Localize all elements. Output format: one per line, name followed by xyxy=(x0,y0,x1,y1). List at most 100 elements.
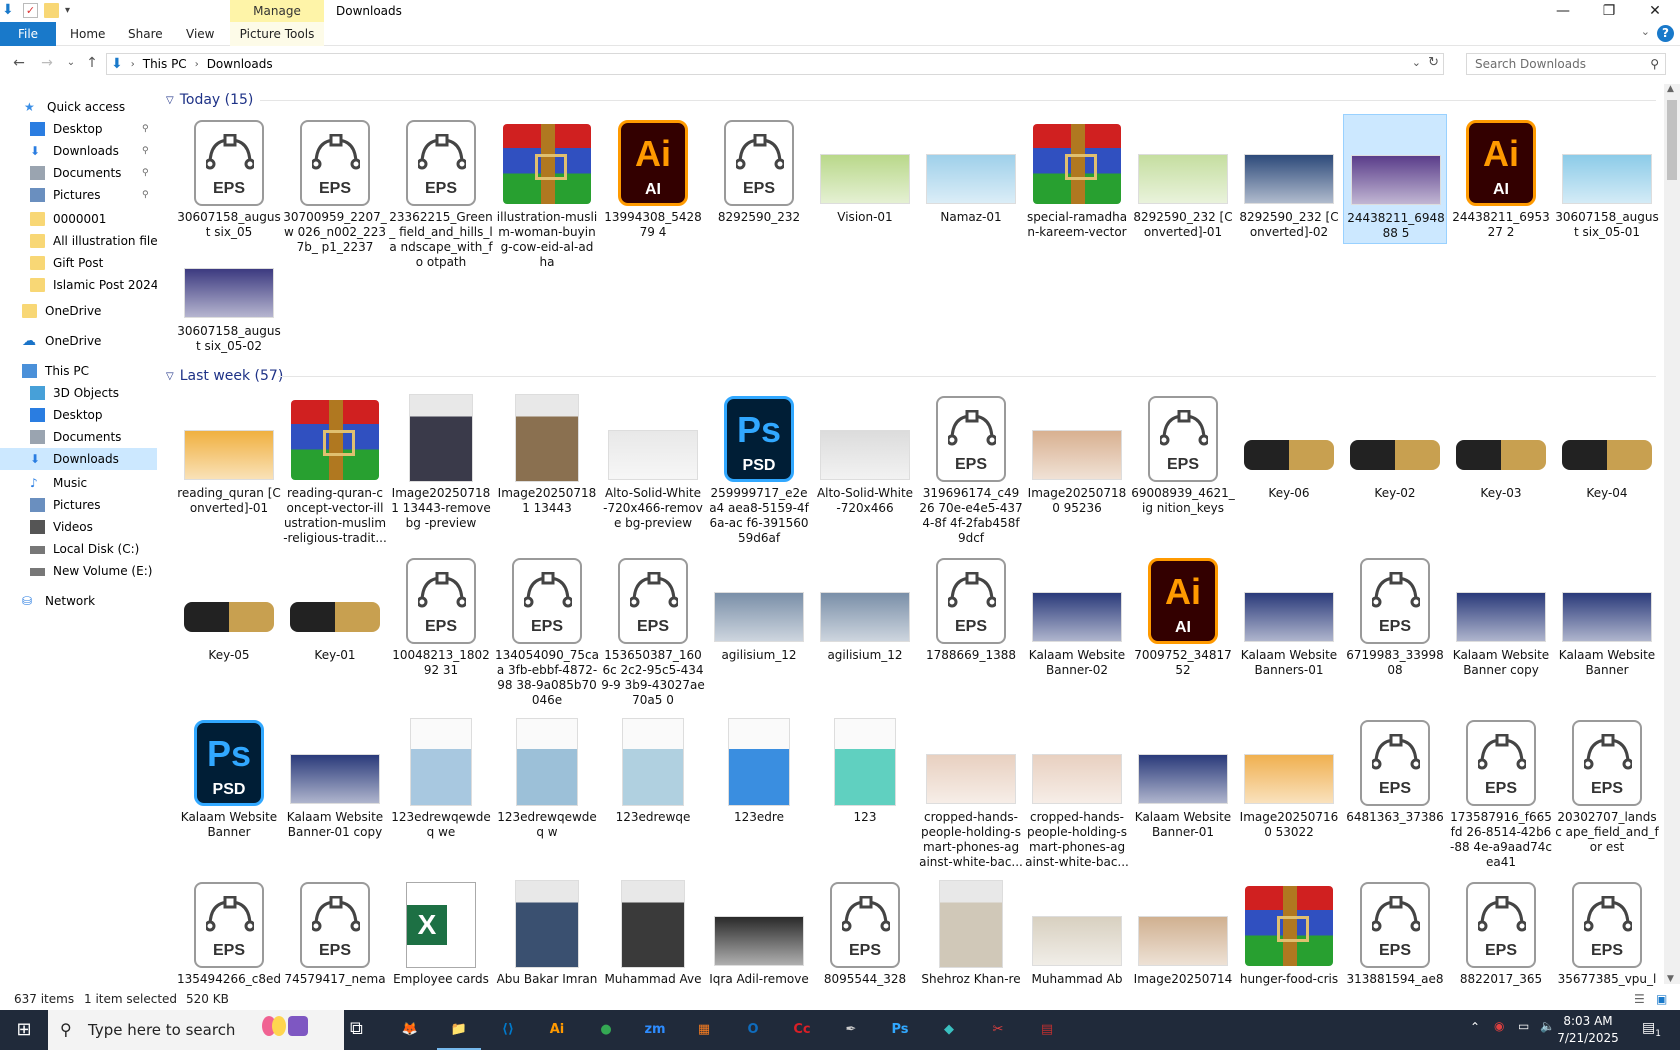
sidebar-item[interactable]: ⛁ Network xyxy=(0,590,157,612)
file-item[interactable]: Image202507181 13443-removebg -preview xyxy=(389,390,493,530)
file-item[interactable]: Key-06 xyxy=(1237,390,1341,520)
file-item[interactable]: 123edre xyxy=(707,714,811,844)
sidebar-item[interactable]: Documents ⚲ xyxy=(0,162,157,184)
cortana-icon[interactable] xyxy=(262,1016,322,1044)
file-item[interactable]: Kalaam Website Banner xyxy=(1555,552,1659,682)
sidebar-item[interactable]: Gift Post xyxy=(0,252,157,274)
sidebar-item[interactable]: 3D Objects xyxy=(0,382,157,404)
file-item[interactable]: Kalaam Website Banner-01 copy xyxy=(283,714,387,844)
file-item[interactable]: EPS 23362215_Green_ field_and_hills_la nd… xyxy=(389,114,493,269)
file-item[interactable]: special-ramadha n-kareem-vector xyxy=(1025,114,1129,244)
file-item[interactable]: EPS 319696174_c4926 70e-e4e5-4374-8f 4f-2… xyxy=(919,390,1023,545)
tab-picture-tools[interactable]: Picture Tools xyxy=(230,22,324,46)
file-item[interactable]: EPS 8292590_232 xyxy=(707,114,811,244)
tab-home[interactable]: Home xyxy=(60,22,115,46)
file-item[interactable]: Ai AI 13994308_542879 4 xyxy=(601,114,705,244)
file-item[interactable]: Ai AI 24438211_695327 2 xyxy=(1449,114,1553,244)
tab-file[interactable]: File xyxy=(0,22,56,46)
file-item[interactable]: Muhammad Ave xyxy=(601,876,705,988)
sidebar-item[interactable]: ⬇ Downloads xyxy=(0,448,157,470)
file-item[interactable]: EPS 313881594_ae826 xyxy=(1343,876,1447,988)
file-item[interactable]: Key-02 xyxy=(1343,390,1447,520)
collapse-chevron-icon[interactable]: ▽ xyxy=(166,95,174,106)
file-item[interactable]: illustration-musli m-woman-buyin g-cow-e… xyxy=(495,114,599,269)
file-item[interactable]: Muhammad Ab xyxy=(1025,876,1129,988)
collapse-chevron-icon[interactable]: ▽ xyxy=(166,371,174,382)
refresh-icon[interactable]: ↻ xyxy=(1428,55,1439,70)
file-item[interactable]: EPS 8095544_328 xyxy=(813,876,917,988)
file-item[interactable]: X Employee cards xyxy=(389,876,493,988)
breadcrumb-downloads[interactable]: Downloads xyxy=(207,57,273,71)
file-item[interactable]: EPS 6481363_37386 xyxy=(1343,714,1447,844)
file-item[interactable]: EPS 35677385_vpu_l5 xyxy=(1555,876,1659,988)
sidebar-item[interactable]: ♪ Music xyxy=(0,472,157,494)
tab-share[interactable]: Share xyxy=(118,22,173,46)
file-item[interactable]: Image202507140 xyxy=(1131,876,1235,988)
address-dropdown-icon[interactable]: ⌄ xyxy=(1412,56,1421,69)
taskbar-app-pen-tool[interactable]: ✒ xyxy=(835,1014,867,1046)
clock[interactable]: 8:03 AM 7/21/2025 xyxy=(1546,1013,1630,1047)
notification-icon[interactable]: ▤1 xyxy=(1642,1020,1661,1039)
file-item[interactable]: Ps PSD Kalaam Website Banner xyxy=(177,714,281,844)
file-item[interactable]: Ai AI 7009752_3481752 xyxy=(1131,552,1235,682)
file-item[interactable]: agilisium_12 xyxy=(707,552,811,682)
recent-locations-button[interactable]: ⌄ xyxy=(62,54,80,72)
file-item[interactable]: Namaz-01 xyxy=(919,114,1023,244)
scroll-up-icon[interactable]: ▲ xyxy=(1667,84,1674,94)
save-down-icon[interactable]: ⬇ xyxy=(2,3,17,18)
customize-qat-icon[interactable]: ▾ xyxy=(65,3,80,18)
file-item[interactable]: Key-03 xyxy=(1449,390,1553,520)
file-item[interactable]: reading-quran-c oncept-vector-ill ustrat… xyxy=(283,390,387,545)
group-header[interactable]: ▽ Last week (57) xyxy=(166,366,283,386)
sidebar-item[interactable]: Pictures xyxy=(0,494,157,516)
file-item[interactable]: hunger-food-cris xyxy=(1237,876,1341,988)
file-item[interactable]: Key-04 xyxy=(1555,390,1659,520)
taskbar-app-firefox[interactable]: 🦊 xyxy=(394,1014,426,1046)
file-item[interactable]: EPS 135494266_c8ed1 xyxy=(177,876,281,988)
file-item[interactable]: Kalaam Website Banners-01 xyxy=(1237,552,1341,682)
sidebar-item[interactable]: Videos xyxy=(0,516,157,538)
taskbar-app-illustrator[interactable]: Ai xyxy=(541,1014,573,1046)
file-item[interactable]: Alto-Solid-White -720x466 xyxy=(813,390,917,520)
file-item[interactable]: 30607158_august six_05-02 xyxy=(177,228,281,358)
file-item[interactable]: Key-01 xyxy=(283,552,387,682)
sidebar-item[interactable]: All illustration file o xyxy=(0,230,157,252)
up-button[interactable]: ↑ xyxy=(83,54,101,72)
taskbar-app-zoom[interactable]: zm xyxy=(639,1014,671,1046)
manage-contextual-tab[interactable]: Manage xyxy=(230,0,324,24)
file-item[interactable]: 24438211_694888 5 xyxy=(1343,114,1447,244)
file-item[interactable]: EPS 74579417_neman xyxy=(283,876,387,988)
file-item[interactable]: 123edrewqewdeq w xyxy=(495,714,599,844)
file-item[interactable]: Ps PSD 259999717_e2ea4 aea8-5159-4f6a-ac f… xyxy=(707,390,811,545)
windows-start-icon[interactable]: ⊞ xyxy=(0,1010,48,1050)
taskbar-app-vscode[interactable]: ⟨⟩ xyxy=(492,1014,524,1046)
sidebar-item[interactable]: Pictures ⚲ xyxy=(0,184,157,206)
forward-button[interactable]: → xyxy=(38,54,56,72)
file-item[interactable]: 8292590_232 [Converted]-01 xyxy=(1131,114,1235,244)
close-button[interactable]: ✕ xyxy=(1632,0,1678,22)
file-item[interactable]: EPS 10048213_180292 31 xyxy=(389,552,493,682)
taskbar-app-photoshop[interactable]: Ps xyxy=(884,1014,916,1046)
file-item[interactable]: 30607158_august six_05-01 xyxy=(1555,114,1659,244)
file-item[interactable]: EPS 153650387_1606c 2c2-95c5-4349-9 3b9-4… xyxy=(601,552,705,707)
file-item[interactable]: 123edrewqewdeq we xyxy=(389,714,493,844)
network-tray-icon[interactable]: ▭ xyxy=(1518,1019,1529,1033)
details-view-icon[interactable]: ☰ xyxy=(1634,988,1645,1010)
address-bar[interactable]: ⬇ › This PC › Downloads ⌄ ↻ xyxy=(106,53,1444,75)
taskbar-app-creative-cloud[interactable]: Cc xyxy=(786,1014,818,1046)
expand-ribbon-icon[interactable]: ⌄ xyxy=(1641,25,1650,38)
file-item[interactable]: 123 xyxy=(813,714,917,844)
taskbar-app-chrome[interactable]: ● xyxy=(590,1014,622,1046)
file-item[interactable]: Image202507181 13443 xyxy=(495,390,599,520)
sidebar-item[interactable]: 0000001 xyxy=(0,208,157,230)
tab-view[interactable]: View xyxy=(176,22,224,46)
task-view-icon[interactable]: ⧉ xyxy=(350,1018,363,1039)
file-item[interactable]: EPS 134054090_75caa 3fb-ebbf-4872-98 38-9… xyxy=(495,552,599,707)
file-item[interactable]: cropped-hands- people-holding-s mart-pho… xyxy=(1025,714,1129,869)
sidebar-item[interactable]: ⬇ Downloads ⚲ xyxy=(0,140,157,162)
taskbar-app-app-teal[interactable]: ◆ xyxy=(933,1014,965,1046)
file-item[interactable]: 123edrewqe xyxy=(601,714,705,844)
help-icon[interactable]: ? xyxy=(1657,25,1674,42)
security-icon[interactable]: ◉ xyxy=(1494,1019,1504,1033)
breadcrumb-this-pc[interactable]: This PC xyxy=(143,57,187,71)
